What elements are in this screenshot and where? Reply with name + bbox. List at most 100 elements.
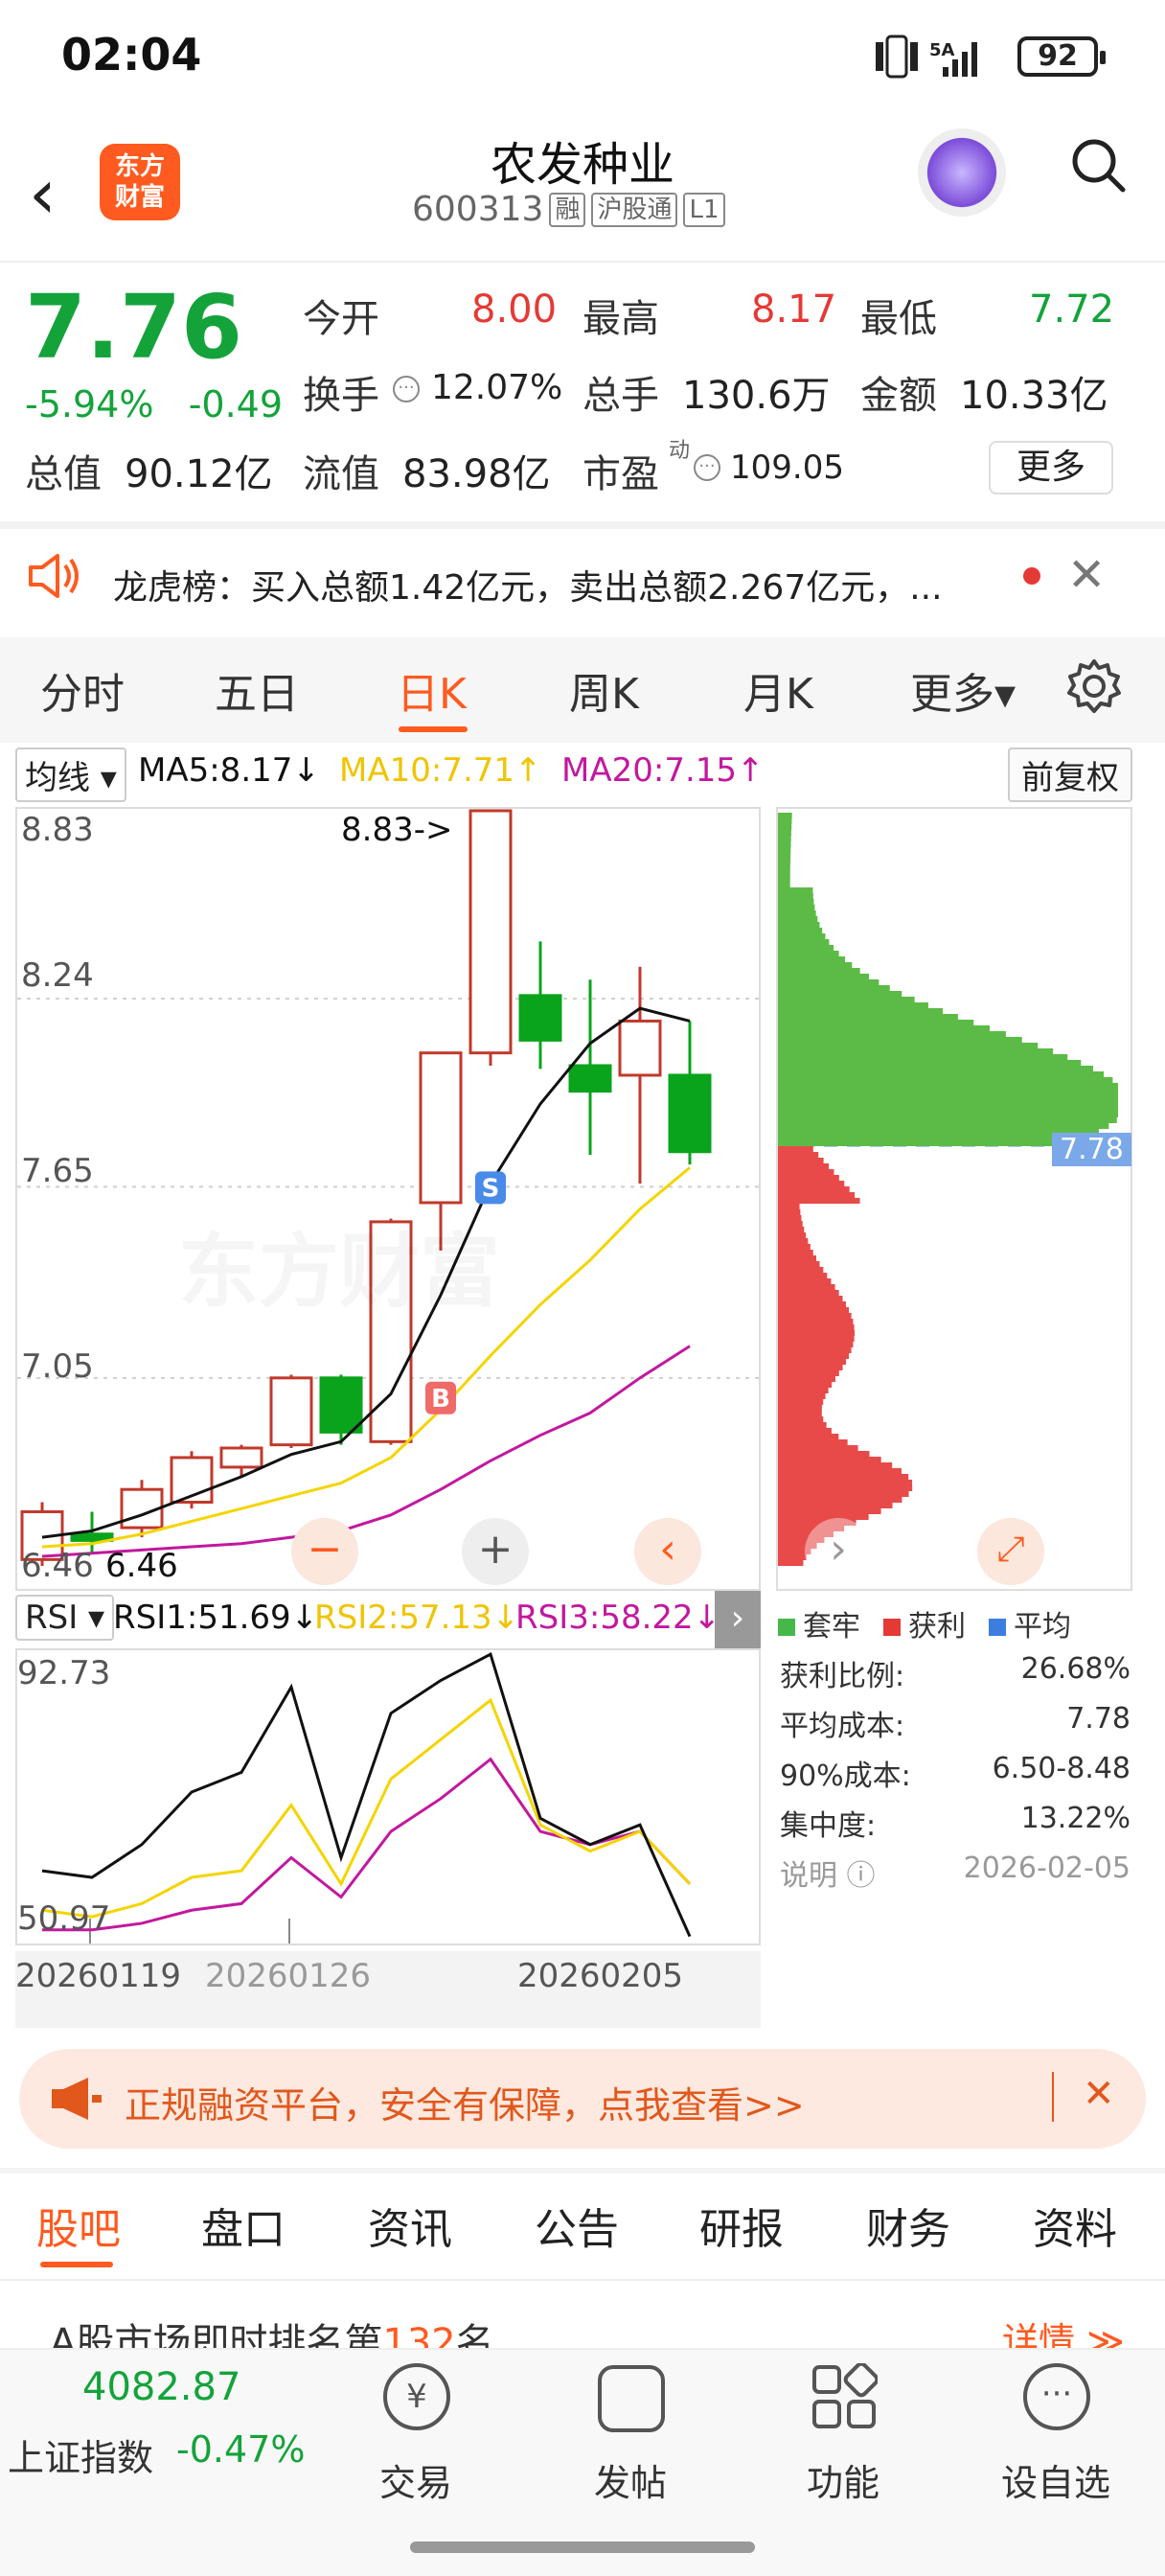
mktcap-value: 90.12亿	[125, 452, 273, 496]
chip-bar	[778, 1020, 974, 1025]
zoom-in-button[interactable]: +	[462, 1518, 529, 1585]
tab-more[interactable]: 更多▾	[910, 659, 1016, 721]
stat-note[interactable]: 说明 ⓘ 2026-02-05	[780, 1852, 1131, 1894]
note-label: 说明 ⓘ	[780, 1859, 876, 1893]
tab-intraday[interactable]: 分时	[40, 659, 125, 721]
tab-research[interactable]: 研报	[699, 2195, 784, 2256]
mktcap-label: 总值	[25, 452, 102, 496]
chip-bar	[778, 1077, 1113, 1083]
chip-bar	[778, 1290, 839, 1296]
search-icon[interactable]	[1069, 136, 1127, 194]
footer-add-watchlist[interactable]: 设自选	[979, 2453, 1132, 2506]
chip-distribution[interactable]	[776, 807, 1132, 1591]
more-quote-button[interactable]: 更多	[989, 441, 1113, 494]
chip-bar	[778, 1508, 881, 1514]
chip-bar	[778, 1284, 835, 1290]
chip-bar	[778, 1319, 854, 1324]
footer-functions[interactable]: 功能	[766, 2453, 920, 2506]
chip-bar	[778, 1439, 848, 1445]
rsi3-label: RSI3:58.22↓	[515, 1598, 721, 1637]
tab-pankou[interactable]: 盘口	[201, 2195, 286, 2256]
scroll-left-button[interactable]: ‹	[634, 1518, 701, 1585]
rsi-selector[interactable]: RSI ▾	[15, 1595, 115, 1641]
section-divider	[0, 521, 1165, 529]
tab-monthly-k[interactable]: 月K	[743, 659, 813, 721]
chip-bar	[778, 1089, 1118, 1094]
tab-five-day[interactable]: 五日	[215, 659, 299, 721]
promo-text[interactable]: 正规融资平台，安全有保障，点我查看>>	[125, 2076, 805, 2128]
index-name[interactable]: 上证指数	[8, 2428, 153, 2481]
chip-bar	[778, 1451, 870, 1457]
chip-bar	[778, 887, 813, 893]
zoom-out-button[interactable]: −	[291, 1518, 358, 1585]
chip-bar	[778, 985, 890, 991]
stat-value: 26.68%	[1020, 1652, 1131, 1686]
candle-body	[518, 994, 562, 1042]
dist-legend: 套牢 获利 平均	[778, 1602, 1071, 1644]
app-logo[interactable]: 东方 财富	[100, 144, 180, 220]
chip-bar	[778, 1514, 869, 1520]
rsi1-label: RSI1:51.69↓	[113, 1598, 319, 1637]
float-value: 83.98亿	[402, 452, 551, 496]
stock-name: 农发种业	[490, 138, 674, 192]
kline-svg: BS	[17, 809, 759, 1566]
chip-bar	[778, 1273, 828, 1278]
chip-bar	[778, 1008, 944, 1014]
footer-post[interactable]: 发帖	[554, 2453, 707, 2506]
close-promo-icon[interactable]: ✕	[1083, 2072, 1115, 2116]
chip-bar	[778, 1359, 847, 1365]
float-label: 流值	[303, 452, 379, 496]
dist-scroll-button[interactable]: ›	[805, 1518, 872, 1585]
adjust-button[interactable]: 前复权	[1008, 748, 1132, 802]
pe-value: 109.05	[730, 448, 844, 487]
footer-trade[interactable]: 交易	[339, 2453, 492, 2506]
chip-bar	[778, 830, 791, 836]
chip-bar	[778, 956, 846, 962]
volume-value: 130.6万	[682, 374, 831, 418]
home-indicator[interactable]	[410, 2542, 755, 2553]
chip-bar	[778, 1491, 909, 1497]
tab-finance[interactable]: 财务	[866, 2195, 950, 2256]
low-value: 7.72	[1029, 288, 1115, 332]
tab-daily-k[interactable]: 日K	[397, 659, 467, 721]
indicator-selector[interactable]: 均线 ▾	[15, 748, 126, 802]
chip-bar	[778, 1411, 822, 1416]
chip-bar	[778, 1198, 860, 1204]
turnover-label: 换手	[303, 374, 379, 418]
pe-label: 市盈	[582, 452, 659, 496]
rsi-chart[interactable]	[15, 1648, 761, 1945]
chip-bar	[778, 876, 790, 882]
status-time: 02:04	[61, 29, 202, 80]
date-tick-3: 20260205	[517, 1957, 684, 1995]
close-notice-icon[interactable]: ✕	[1067, 548, 1106, 602]
tab-news[interactable]: 资讯	[368, 2195, 452, 2256]
tab-profile[interactable]: 资料	[1033, 2195, 1117, 2256]
chip-bar	[778, 962, 853, 968]
trade-icon[interactable]: ¥	[383, 2363, 450, 2430]
pe-info-icon[interactable]: ···	[694, 454, 720, 481]
chip-bar	[778, 1278, 832, 1284]
chip-bar	[778, 1388, 829, 1393]
chip-bar	[778, 928, 823, 933]
stat-avg-cost: 平均成本: 7.78	[780, 1702, 1131, 1744]
dragon-tiger-notice[interactable]: 龙虎榜：买入总额1.42亿元，卖出总额2.267亿元，...	[113, 560, 994, 610]
tag-connect: 沪股通	[591, 192, 678, 227]
info-icon[interactable]: ···	[393, 376, 420, 402]
functions-icon[interactable]	[811, 2363, 878, 2430]
tab-guba[interactable]: 股吧	[36, 2195, 121, 2256]
index-value[interactable]: 4082.87	[82, 2365, 240, 2409]
rsi-bottom-label: 50.97	[17, 1899, 111, 1938]
kline-chart[interactable]: BS	[15, 807, 761, 1591]
back-button[interactable]: ‹	[29, 153, 57, 234]
settings-gear-icon[interactable]	[1065, 657, 1123, 715]
chip-bar	[778, 1163, 830, 1169]
assistant-avatar-icon[interactable]	[918, 128, 1006, 217]
turnover-value: 12.07%	[431, 368, 563, 407]
chip-bar	[778, 1106, 1118, 1112]
tab-weekly-k[interactable]: 周K	[569, 659, 639, 721]
rsi-expand-icon[interactable]: ›	[715, 1591, 761, 1650]
post-icon[interactable]	[598, 2365, 665, 2432]
add-watchlist-icon[interactable]: ···	[1023, 2363, 1090, 2430]
tab-announcement[interactable]: 公告	[535, 2195, 619, 2256]
expand-icon[interactable]: ⤢	[977, 1518, 1044, 1585]
